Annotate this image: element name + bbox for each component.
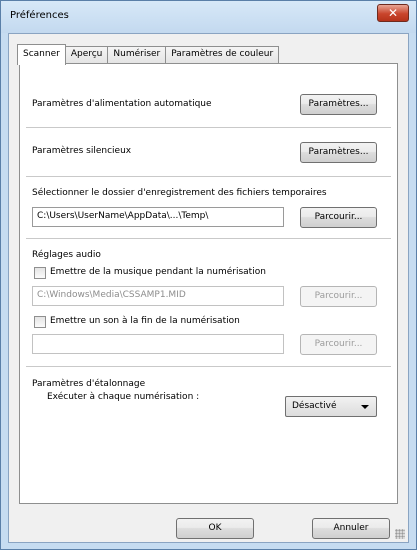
tab-strip: Scanner Aperçu Numériser Paramètres de c… bbox=[17, 44, 280, 65]
window-title: Préférences bbox=[10, 10, 69, 21]
chevron-down-icon bbox=[361, 405, 369, 409]
cancel-button[interactable]: Annuler bbox=[312, 518, 390, 539]
calibration-dropdown[interactable]: Désactivé bbox=[285, 396, 377, 417]
temp-folder-input[interactable]: C:\Users\UserName\AppData\...\Temp\ bbox=[32, 207, 284, 227]
quiet-settings-button[interactable]: Paramètres... bbox=[300, 142, 377, 163]
sound-file-input[interactable] bbox=[32, 334, 284, 354]
separator bbox=[26, 366, 391, 367]
scanner-tab-panel: Paramètres d'alimentation automatique Pa… bbox=[19, 63, 398, 504]
quiet-settings-label: Paramètres silencieux bbox=[32, 146, 132, 156]
separator bbox=[26, 127, 391, 128]
separator bbox=[26, 176, 391, 177]
separator bbox=[26, 238, 391, 239]
preferences-dialog: Préférences ✕ Scanner Aperçu Numériser P… bbox=[0, 0, 417, 550]
sound-checkbox-label[interactable]: Emettre un son à la fin de la numérisati… bbox=[50, 316, 240, 326]
title-bar[interactable]: Préférences ✕ bbox=[1, 1, 416, 33]
temp-folder-label: Sélectionner le dossier d'enregistrement… bbox=[32, 188, 327, 198]
close-button[interactable]: ✕ bbox=[377, 4, 409, 22]
audio-settings-heading: Réglages audio bbox=[32, 250, 101, 260]
dialog-body: Scanner Aperçu Numériser Paramètres de c… bbox=[8, 33, 409, 543]
tab-numeriser[interactable]: Numériser bbox=[107, 46, 167, 64]
calibration-selected-value: Désactivé bbox=[292, 401, 337, 411]
music-checkbox-label[interactable]: Emettre de la musique pendant la numéris… bbox=[50, 267, 266, 277]
tab-parametres-couleur[interactable]: Paramètres de couleur bbox=[165, 46, 280, 64]
calibration-heading: Paramètres d'étalonnage bbox=[32, 379, 146, 389]
music-file-input[interactable]: C:\Windows\Media\CSSAMP1.MID bbox=[32, 286, 284, 306]
temp-folder-browse-button[interactable]: Parcourir... bbox=[300, 207, 377, 228]
ok-button[interactable]: OK bbox=[176, 518, 254, 539]
tab-scanner[interactable]: Scanner bbox=[17, 44, 66, 65]
auto-feed-label: Paramètres d'alimentation automatique bbox=[32, 99, 212, 109]
music-browse-button[interactable]: Parcourir... bbox=[300, 286, 377, 307]
sound-checkbox[interactable] bbox=[34, 316, 46, 328]
tab-apercu[interactable]: Aperçu bbox=[64, 46, 109, 64]
auto-feed-settings-button[interactable]: Paramètres... bbox=[300, 94, 377, 115]
resize-grip-icon[interactable] bbox=[395, 529, 405, 539]
calibration-label: Exécuter à chaque numérisation : bbox=[47, 392, 200, 402]
music-checkbox[interactable] bbox=[34, 267, 46, 279]
sound-browse-button[interactable]: Parcourir... bbox=[300, 334, 377, 355]
